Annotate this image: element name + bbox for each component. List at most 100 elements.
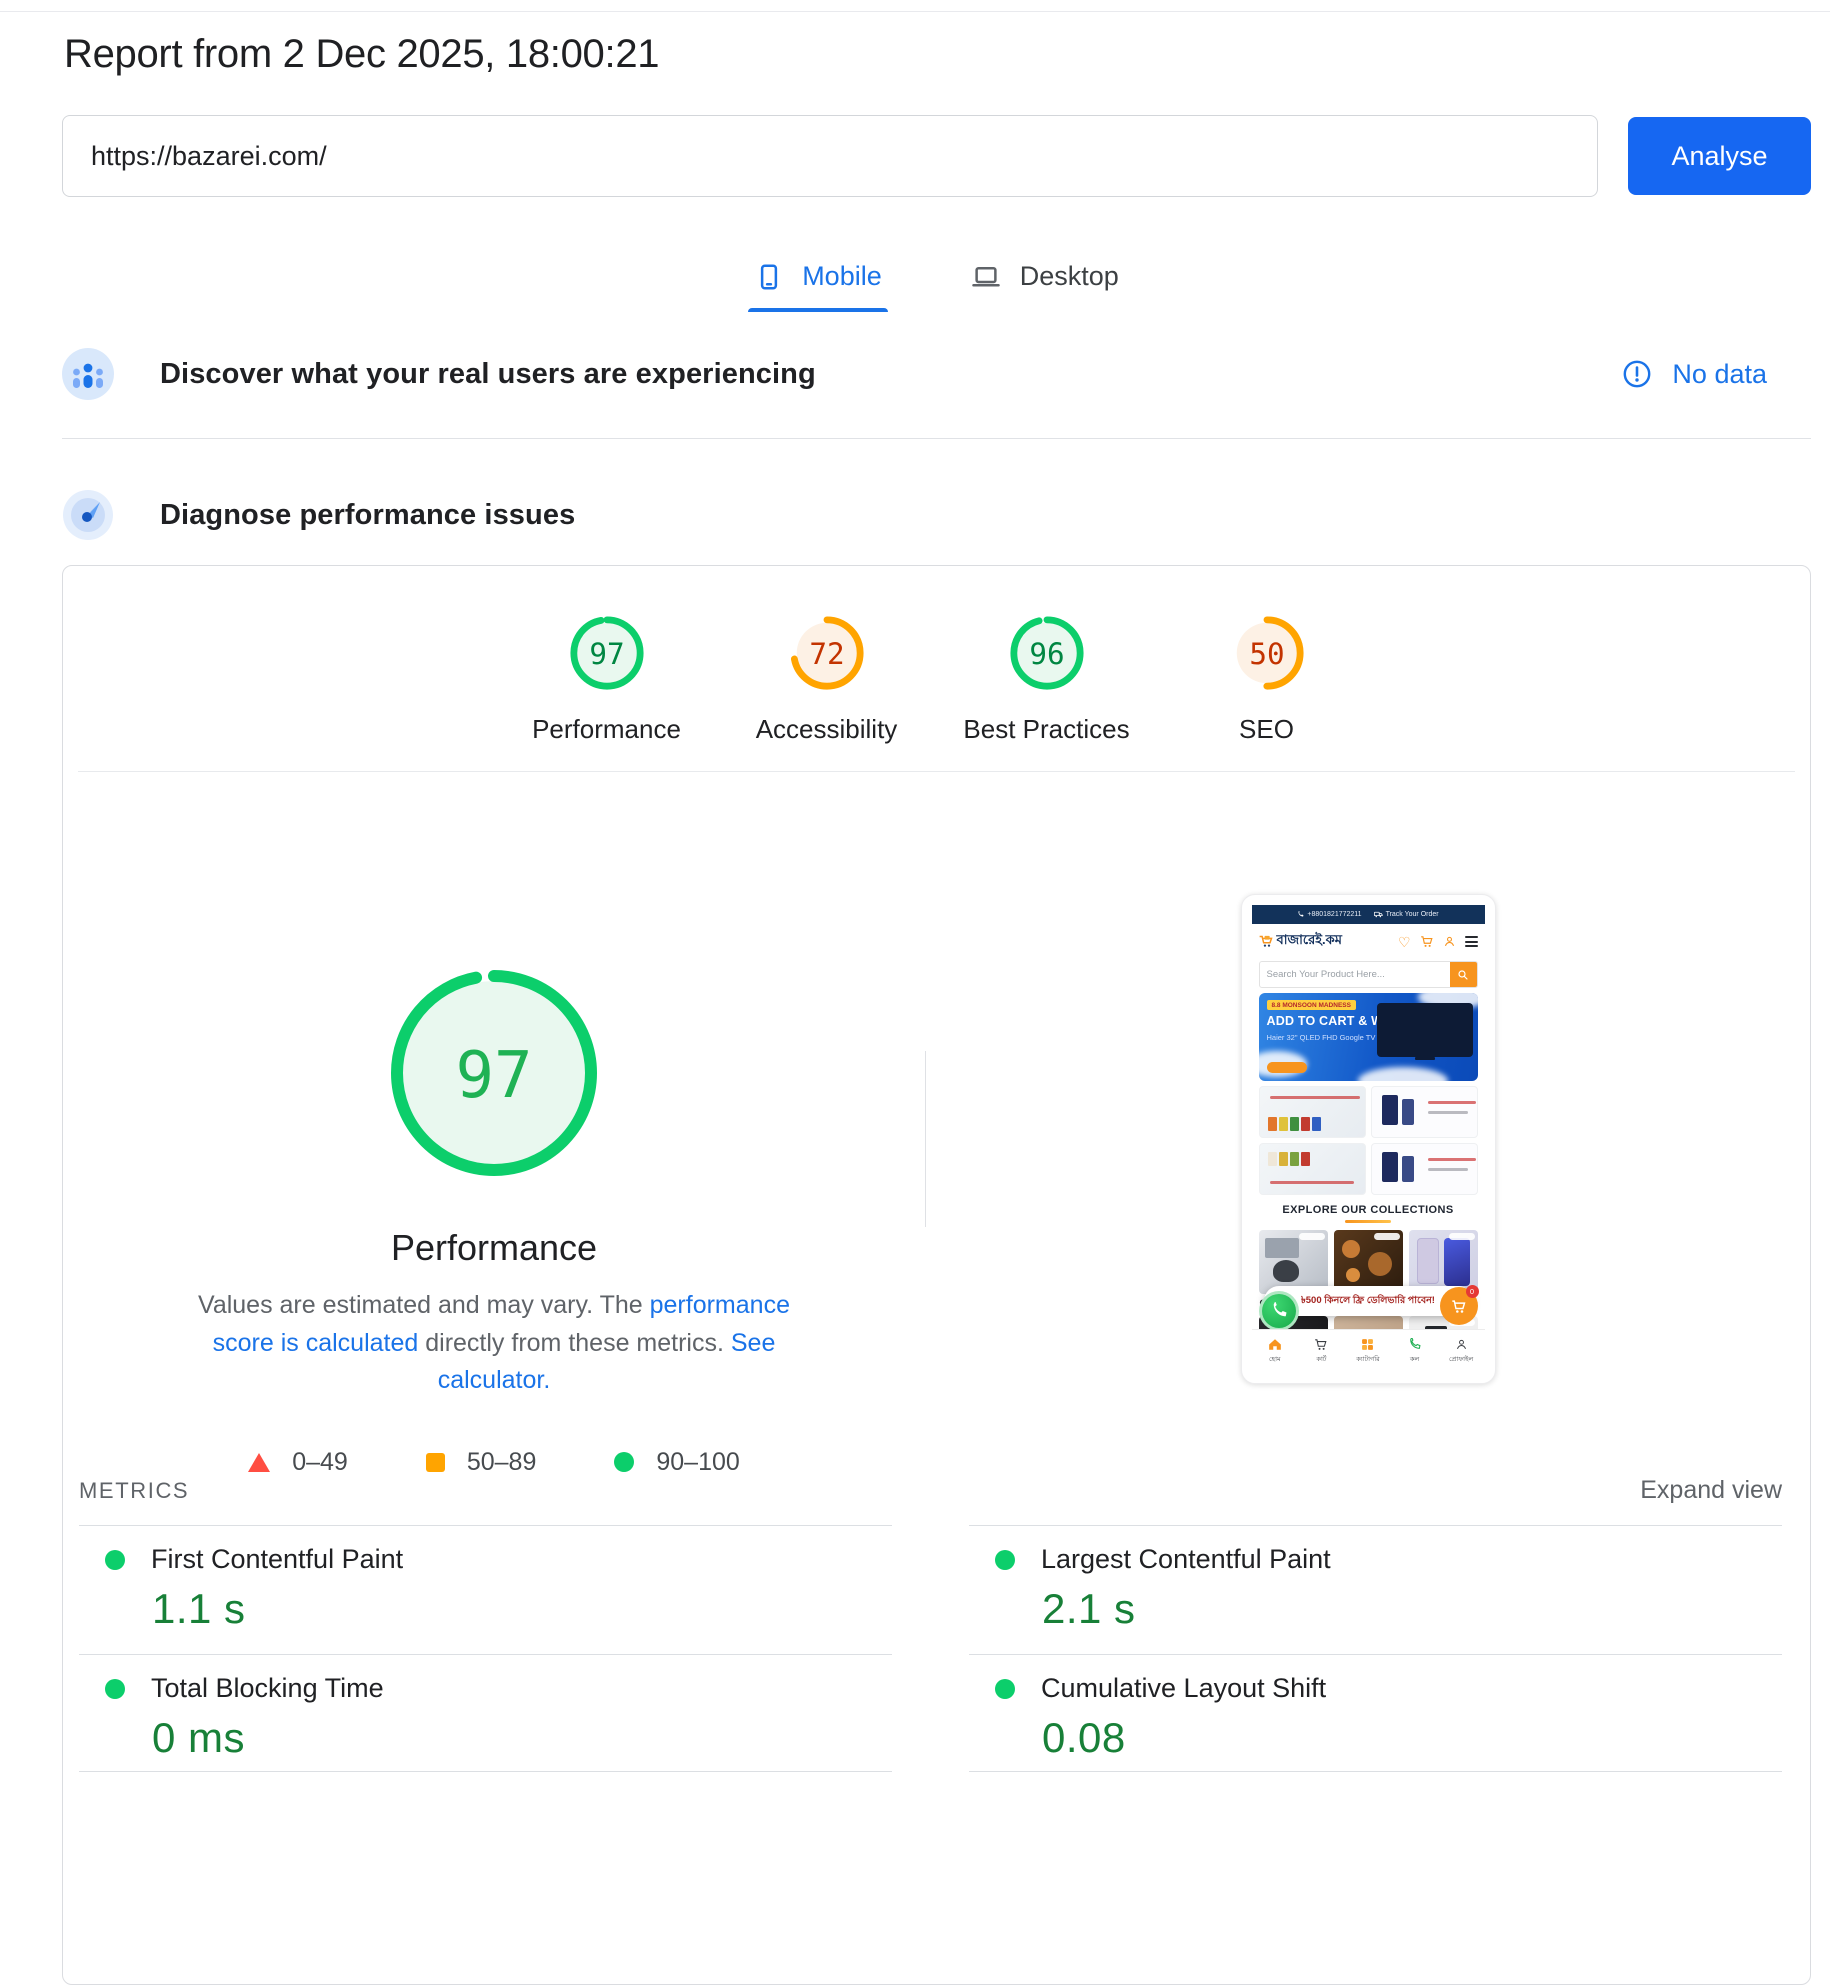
performance-gauge: 97 — [568, 614, 646, 692]
svg-text:97: 97 — [455, 1039, 532, 1113]
metric-lcp: Largest Contentful Paint 2.1 s — [969, 1525, 1782, 1654]
metrics-grid: First Contentful Paint 1.1 s Largest Con… — [63, 1525, 1810, 1772]
shot-header-icons: ♡ — [1398, 935, 1478, 949]
desc-text: directly from these metrics. — [418, 1329, 731, 1357]
pagespeed-report: Report from 2 Dec 2025, 18:00:21 Analyse… — [0, 0, 1830, 1985]
shot-header: বাজারেই.কম ♡ — [1252, 924, 1485, 959]
performance-heading: Performance — [391, 1227, 597, 1269]
shot-search-placeholder: Search Your Product Here... — [1260, 969, 1450, 980]
performance-description: Values are estimated and may vary. The p… — [164, 1287, 824, 1400]
big-performance-gauge: 97 — [386, 965, 602, 1181]
expand-view-link[interactable]: Expand view — [1640, 1476, 1782, 1505]
score-seo[interactable]: 50 SEO — [1177, 614, 1357, 745]
tab-desktop-label: Desktop — [1020, 261, 1119, 292]
floating-cart-button: 0 — [1440, 1287, 1478, 1325]
legend-range: 90–100 — [656, 1448, 739, 1477]
banner-subtitle: Haier 32" QLED FHD Google TV — [1267, 1033, 1376, 1042]
shot-logo-cart-icon — [1259, 935, 1274, 948]
cart-badge: 0 — [1466, 1285, 1479, 1298]
svg-text:97: 97 — [589, 637, 624, 671]
banner-campaign-chip: 8.8 MONSOON MADNESS — [1267, 1000, 1356, 1010]
metrics-label: METRICS — [79, 1478, 189, 1504]
shot-bottom-nav: হোম কার্ট ক্যাটাগরি — [1252, 1329, 1485, 1373]
pass-dot-icon — [995, 1550, 1015, 1570]
promo-card — [1371, 1143, 1478, 1195]
metric-value: 0.08 — [1042, 1714, 1782, 1762]
pass-dot-icon — [105, 1679, 125, 1699]
promo-card — [1259, 1143, 1366, 1195]
metric-value: 1.1 s — [152, 1585, 892, 1633]
no-data-label: No data — [1672, 359, 1767, 390]
shot-track-order: Track Your Order — [1374, 911, 1439, 918]
mobile-screenshot: +8801821772211 Track Your Order — [1252, 905, 1485, 1373]
lab-data-section: Diagnose performance issues — [62, 489, 1811, 541]
collections-title: EXPLORE OUR COLLECTIONS — [1252, 1204, 1485, 1216]
legend-average: 50–89 — [426, 1448, 537, 1477]
desc-text: Values are estimated and may vary. The — [198, 1291, 650, 1319]
seo-gauge: 50 — [1228, 614, 1306, 692]
score-best-practices[interactable]: 96 Best Practices — [957, 614, 1137, 745]
error-outline-icon — [1622, 359, 1652, 389]
field-data-title: Discover what your real users are experi… — [160, 358, 816, 391]
device-tabs: Mobile Desktop — [62, 259, 1811, 310]
score-label: Accessibility — [756, 714, 898, 745]
score-accessibility[interactable]: 72 Accessibility — [737, 614, 917, 745]
banner-cta-pill — [1267, 1062, 1307, 1073]
shot-promo-row-1 — [1259, 1086, 1478, 1138]
header-account-icon — [1443, 935, 1456, 948]
category-scores: 97 Performance 72 Accessibility — [63, 566, 1810, 771]
mobile-phone-icon — [754, 262, 784, 292]
lab-data-title: Diagnose performance issues — [160, 499, 575, 532]
screenshot-column: +8801821772211 Track Your Order — [926, 772, 1810, 1384]
svg-text:50: 50 — [1249, 637, 1284, 671]
nav-cart: কার্ট — [1298, 1330, 1345, 1373]
page-screenshot-thumbnail: +8801821772211 Track Your Order — [1241, 894, 1496, 1384]
nav-profile: প্রোফাইল — [1438, 1330, 1485, 1373]
collections-underline — [1345, 1220, 1391, 1223]
legend-fail: 0–49 — [248, 1448, 348, 1477]
whatsapp-button — [1259, 1291, 1299, 1331]
svg-text:96: 96 — [1029, 637, 1064, 671]
tab-mobile[interactable]: Mobile — [748, 259, 888, 310]
fail-triangle-icon — [248, 1453, 270, 1472]
menu-hamburger-icon — [1465, 936, 1478, 947]
pass-dot-icon — [105, 1550, 125, 1570]
score-performance[interactable]: 97 Performance — [517, 614, 697, 745]
tab-mobile-label: Mobile — [802, 261, 882, 292]
tab-desktop[interactable]: Desktop — [964, 259, 1125, 310]
nav-categories: ক্যাটাগরি — [1345, 1330, 1392, 1373]
metric-fcp: First Contentful Paint 1.1 s — [79, 1525, 892, 1654]
banner-tv-image — [1377, 1003, 1473, 1057]
nav-home: হোম — [1252, 1330, 1299, 1373]
pass-circle-icon — [614, 1452, 634, 1472]
wishlist-heart-icon: ♡ — [1398, 935, 1411, 949]
no-data-link[interactable]: No data — [1622, 359, 1811, 390]
field-data-section: Discover what your real users are experi… — [62, 348, 1811, 439]
score-label: Performance — [532, 714, 681, 745]
metric-value: 0 ms — [152, 1714, 892, 1762]
average-square-icon — [426, 1453, 445, 1472]
promo-card — [1371, 1086, 1478, 1138]
score-label: SEO — [1239, 714, 1294, 745]
analyse-button[interactable]: Analyse — [1628, 117, 1811, 195]
shot-topbar: +8801821772211 Track Your Order — [1252, 905, 1485, 924]
svg-text:72: 72 — [809, 637, 844, 671]
score-label: Best Practices — [963, 714, 1129, 745]
report-card: 97 Performance 72 Accessibility — [62, 565, 1811, 1985]
url-input[interactable] — [62, 115, 1598, 197]
legend-range: 0–49 — [292, 1448, 348, 1477]
shot-phone-number: +8801821772211 — [1297, 911, 1361, 918]
promo-card — [1259, 1086, 1366, 1138]
metric-cls: Cumulative Layout Shift 0.08 — [969, 1654, 1782, 1772]
legend-range: 50–89 — [467, 1448, 537, 1477]
url-bar: Analyse — [62, 115, 1811, 197]
accessibility-gauge: 72 — [788, 614, 866, 692]
real-users-icon — [62, 348, 114, 400]
shot-collections: EXPLORE OUR COLLECTIONS — [1252, 1204, 1485, 1223]
desktop-laptop-icon — [970, 262, 1002, 292]
shot-search-button — [1450, 961, 1477, 988]
best-practices-gauge: 96 — [1008, 614, 1086, 692]
shot-search-bar: Search Your Product Here... — [1259, 961, 1478, 988]
page-title: Report from 2 Dec 2025, 18:00:21 — [64, 32, 1811, 77]
score-legend: 0–49 50–89 90–100 — [248, 1448, 740, 1477]
